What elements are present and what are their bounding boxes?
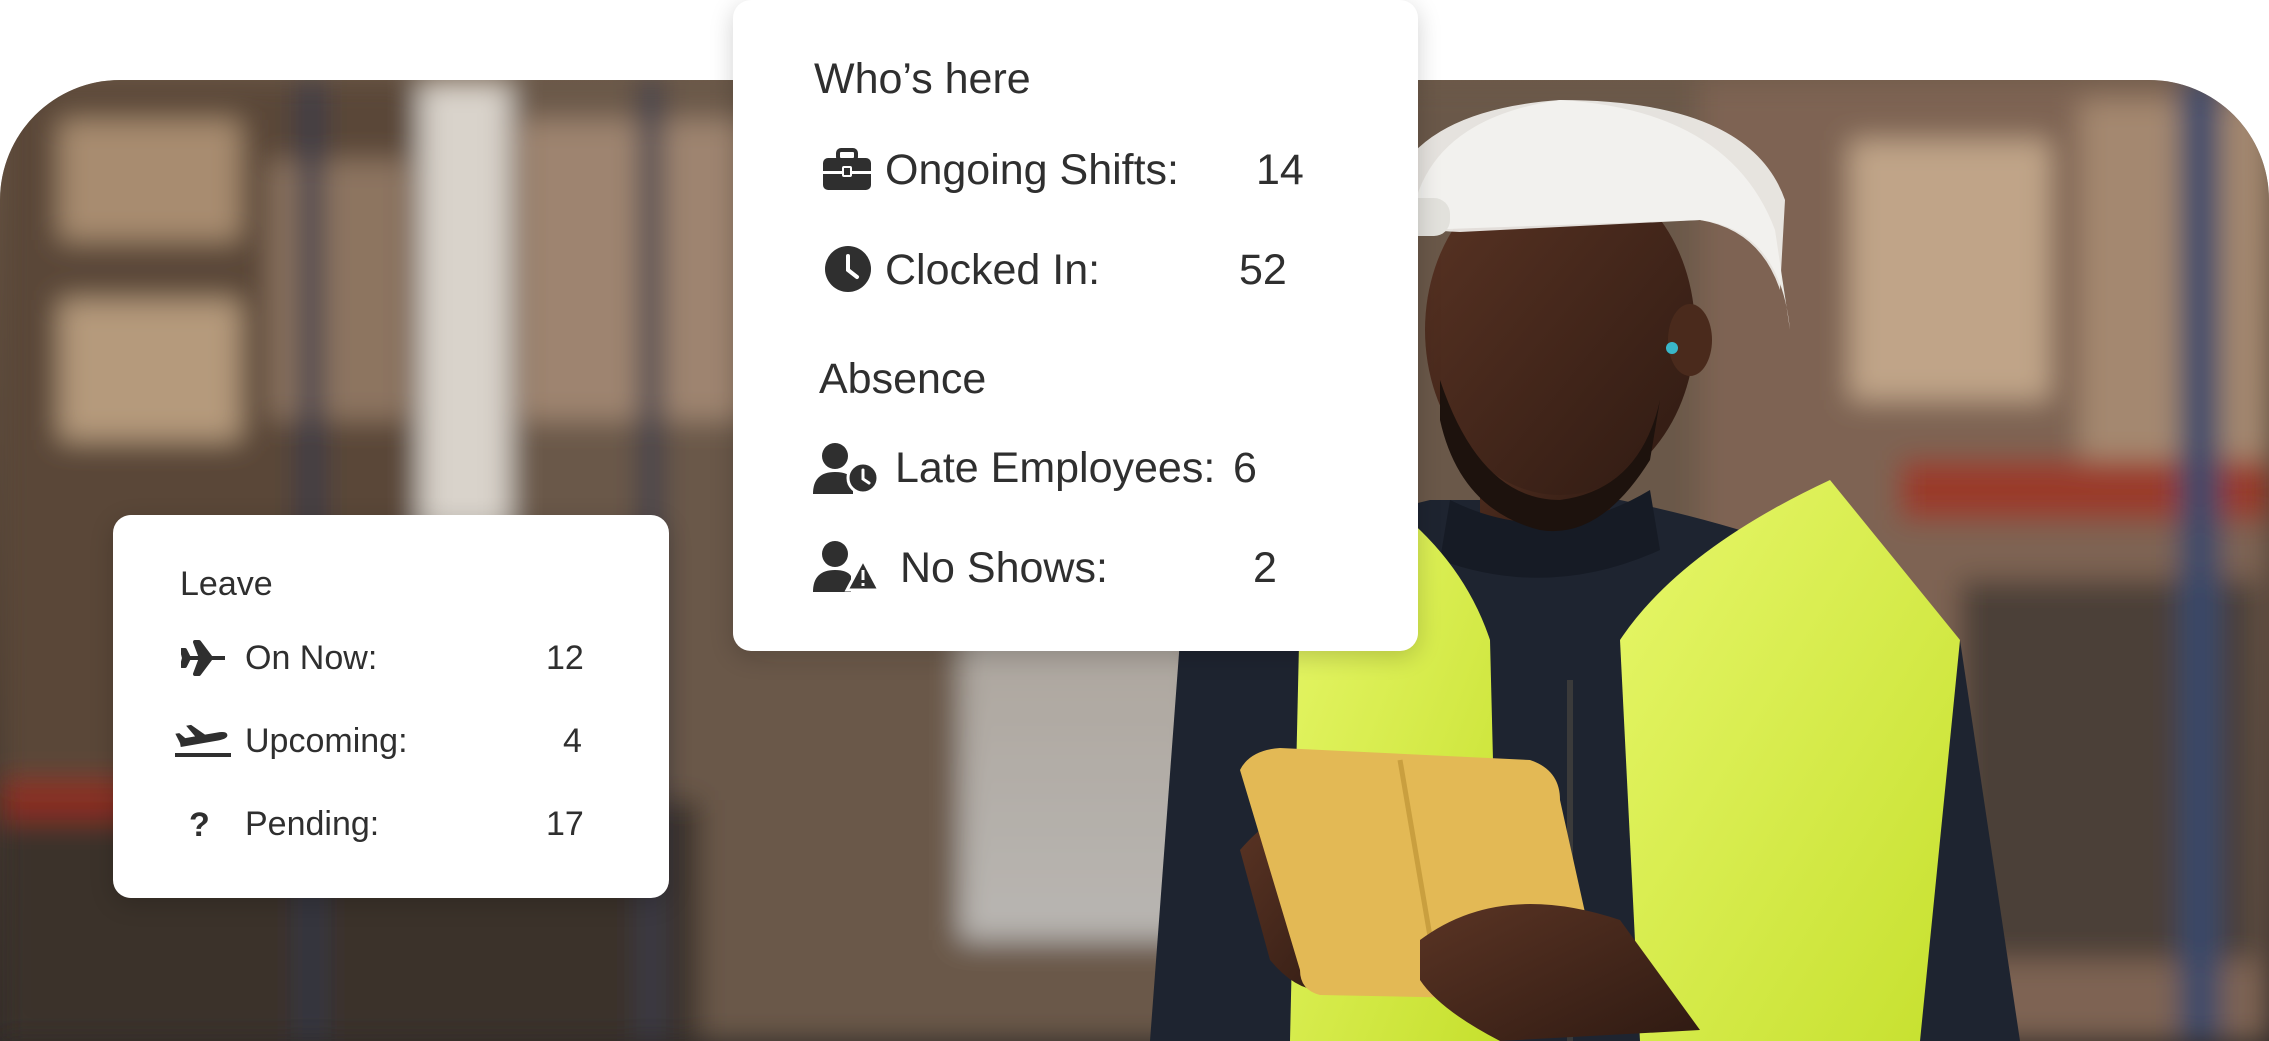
clocked-in-value: 52: [1239, 245, 1287, 294]
on-now-row[interactable]: On Now: 12: [180, 628, 621, 688]
upcoming-row[interactable]: Upcoming: 4: [173, 711, 621, 771]
leave-title: Leave: [180, 565, 273, 603]
late-employees-value: 6: [1233, 443, 1257, 492]
absence-title: Absence: [819, 355, 987, 403]
user-clock-icon: [813, 442, 880, 499]
no-shows-row[interactable]: No Shows: 2: [813, 538, 1393, 598]
plane-landing-icon: [173, 721, 233, 766]
user-warning-icon: [813, 540, 882, 597]
upcoming-label: Upcoming:: [245, 721, 408, 760]
ongoing-shifts-row[interactable]: Ongoing Shifts: 14: [823, 140, 1383, 200]
pending-value: 17: [546, 804, 584, 843]
late-employees-label: Late Employees:: [895, 443, 1216, 492]
whos-here-card: Who’s here Ongoing Shifts: 14 Clocked In…: [733, 0, 1418, 651]
whos-here-title: Who’s here: [814, 55, 1031, 103]
briefcase-icon: [823, 148, 871, 197]
late-employees-row[interactable]: Late Employees: 6: [813, 438, 1393, 498]
no-shows-value: 2: [1253, 543, 1277, 592]
pending-label: Pending:: [245, 804, 380, 843]
pending-row[interactable]: ? Pending: 17: [189, 794, 621, 854]
on-now-label: On Now:: [245, 638, 378, 677]
no-shows-label: No Shows:: [900, 543, 1108, 592]
clocked-in-row[interactable]: Clocked In: 52: [823, 240, 1383, 300]
clocked-in-label: Clocked In:: [885, 245, 1101, 294]
upcoming-value: 4: [563, 721, 582, 760]
ongoing-shifts-label: Ongoing Shifts:: [885, 145, 1180, 194]
ongoing-shifts-value: 14: [1256, 145, 1304, 194]
airplane-icon: [180, 640, 227, 681]
question-icon: ?: [189, 806, 210, 844]
on-now-value: 12: [546, 638, 584, 677]
clock-icon: [825, 246, 871, 297]
leave-card: Leave On Now: 12 Upcoming: 4 ? Pending: …: [113, 515, 669, 898]
